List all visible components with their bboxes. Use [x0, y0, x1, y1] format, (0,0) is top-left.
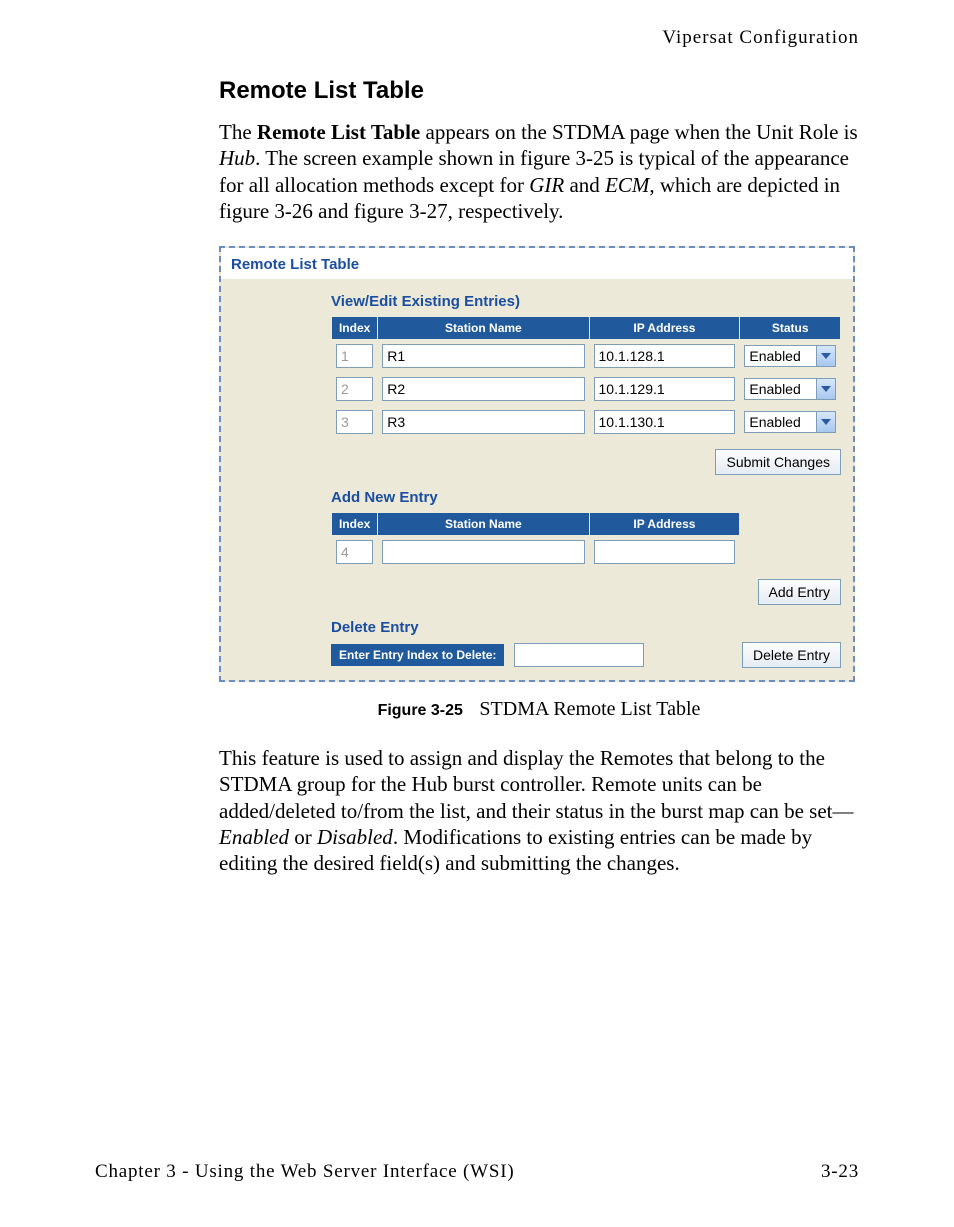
existing-entries-table: Index Station Name IP Address Status: [331, 316, 841, 439]
section-title: Remote List Table: [219, 77, 859, 105]
delete-heading: Delete Entry: [331, 605, 841, 642]
th-ip: IP Address: [589, 317, 740, 340]
delete-index-label: Enter Entry Index to Delete:: [331, 644, 504, 666]
add-station-input[interactable]: [382, 540, 584, 564]
row2-ip-input[interactable]: [594, 377, 736, 401]
row3-status-select[interactable]: Enabled: [744, 411, 836, 433]
th-station: Station Name: [378, 317, 589, 340]
submit-changes-button[interactable]: Submit Changes: [715, 449, 841, 475]
th-ip-add: IP Address: [589, 513, 740, 536]
row3-station-input[interactable]: [382, 410, 584, 434]
row2-status-value: Enabled: [744, 378, 816, 400]
delete-entry-button[interactable]: Delete Entry: [742, 642, 841, 668]
chevron-down-icon[interactable]: [816, 378, 836, 400]
table-row: Enabled: [332, 406, 841, 439]
row1-ip-input[interactable]: [594, 344, 736, 368]
row2-status-select[interactable]: Enabled: [744, 378, 836, 400]
th-station-add: Station Name: [378, 513, 589, 536]
row3-ip-input[interactable]: [594, 410, 736, 434]
delete-index-input[interactable]: [514, 643, 644, 667]
row1-status-value: Enabled: [744, 345, 816, 367]
intro-paragraph: The Remote List Table appears on the STD…: [219, 119, 859, 224]
add-index-input[interactable]: [336, 540, 373, 564]
row3-status-value: Enabled: [744, 411, 816, 433]
footer-right: 3-23: [821, 1161, 859, 1183]
table-row: Enabled: [332, 373, 841, 406]
th-index-add: Index: [332, 513, 378, 536]
panel-title: Remote List Table: [221, 248, 853, 279]
table-row: Enabled: [332, 340, 841, 373]
view-edit-heading: View/Edit Existing Entries): [331, 279, 841, 316]
chevron-down-icon[interactable]: [816, 411, 836, 433]
th-status: Status: [740, 317, 841, 340]
row2-station-input[interactable]: [382, 377, 584, 401]
figure-caption: Figure 3-25 STDMA Remote List Table: [219, 698, 859, 721]
add-ip-input[interactable]: [594, 540, 736, 564]
add-entry-table: Index Station Name IP Address: [331, 512, 841, 569]
page-header-right: Vipersat Configuration: [95, 27, 859, 49]
row1-station-input[interactable]: [382, 344, 584, 368]
footer-left: Chapter 3 - Using the Web Server Interfa…: [95, 1161, 515, 1183]
table-row: [332, 536, 841, 569]
th-index: Index: [332, 317, 378, 340]
body-paragraph: This feature is used to assign and displ…: [219, 745, 859, 876]
row3-index-input[interactable]: [336, 410, 373, 434]
add-new-heading: Add New Entry: [331, 475, 841, 512]
row1-status-select[interactable]: Enabled: [744, 345, 836, 367]
row2-index-input[interactable]: [336, 377, 373, 401]
chevron-down-icon[interactable]: [816, 345, 836, 367]
add-entry-button[interactable]: Add Entry: [758, 579, 841, 605]
row1-index-input[interactable]: [336, 344, 373, 368]
